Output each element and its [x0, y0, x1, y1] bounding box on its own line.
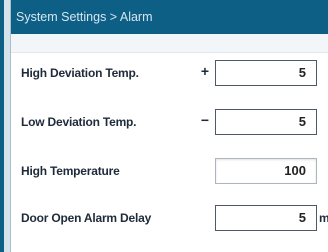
minus-sign: −: [200, 112, 210, 128]
plus-sign: +: [200, 63, 210, 79]
panel-header: System Settings > Alarm: [11, 0, 328, 34]
alarm-settings-panel: System Settings > Alarm High Deviation T…: [10, 0, 328, 252]
alarm-settings-screen: System Settings > Alarm High Deviation T…: [0, 0, 328, 252]
low-deviation-temp-label: Low Deviation Temp.: [21, 115, 137, 129]
high-temperature-input[interactable]: 100: [215, 158, 317, 184]
high-deviation-temp-label: High Deviation Temp.: [21, 66, 139, 80]
header-divider: [11, 34, 328, 53]
breadcrumb-title: System Settings > Alarm: [16, 10, 153, 24]
door-open-alarm-delay-label: Door Open Alarm Delay: [21, 211, 152, 225]
door-open-alarm-delay-input[interactable]: 5: [215, 205, 317, 231]
delay-unit-label: m: [319, 211, 328, 225]
low-deviation-temp-input[interactable]: 5: [215, 109, 317, 135]
high-temperature-label: High Temperature: [21, 164, 120, 178]
high-deviation-temp-input[interactable]: 5: [215, 60, 317, 86]
